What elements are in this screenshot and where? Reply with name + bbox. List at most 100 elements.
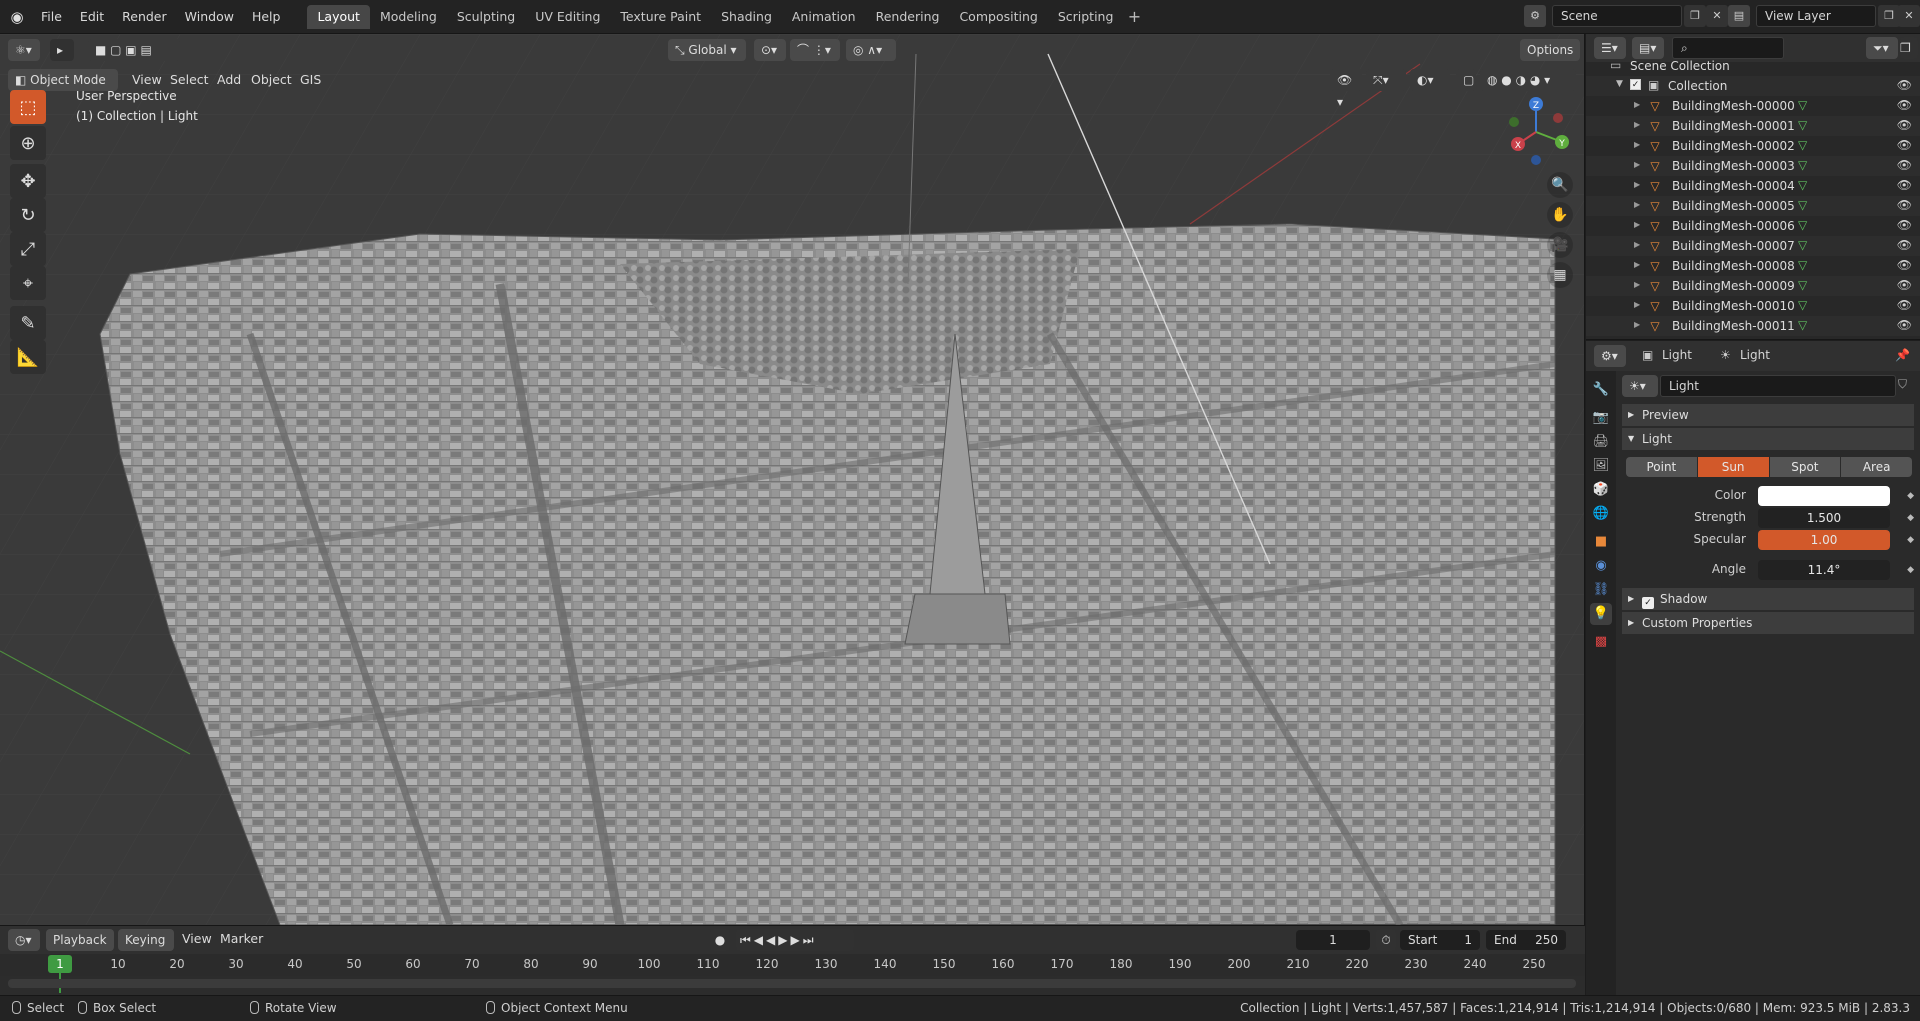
- outliner-item[interactable]: ▶ ▽ BuildingMesh-00005 ▽ 👁: [1586, 196, 1920, 216]
- outliner[interactable]: ☰▾ ▤▾ ⌕ ⏷▾ ❐ ▭ Scene Collection ▼ ✓ ▣ Co…: [1586, 34, 1920, 340]
- scene-collection-row[interactable]: ▭ Scene Collection: [1586, 56, 1920, 76]
- eye-icon[interactable]: 👁: [1897, 238, 1912, 252]
- eye-icon[interactable]: 👁: [1897, 278, 1912, 292]
- properties-editor[interactable]: ⚙▾ ▣ Light ☀ Light 📌 🔧 📷 🖨 🖼 🎲 🌐 ■ ◉ ⛓ 💡…: [1586, 341, 1920, 995]
- mesh-data-icon[interactable]: ▽: [1798, 158, 1807, 172]
- light-type-area[interactable]: Area: [1841, 457, 1912, 477]
- texture-tab-icon[interactable]: ▩: [1590, 631, 1612, 653]
- collapse-arrow-icon[interactable]: ▼: [1616, 79, 1623, 89]
- output-tab-icon[interactable]: 🖨: [1590, 431, 1612, 453]
- light-datablock-browse[interactable]: ☀▾: [1622, 375, 1658, 397]
- mesh-data-icon[interactable]: ▽: [1798, 318, 1807, 332]
- collection-checkbox[interactable]: ✓: [1630, 79, 1641, 90]
- timer-icon[interactable]: ⏱: [1376, 929, 1396, 951]
- cursor-tool-icon[interactable]: ⊕: [10, 126, 46, 160]
- gizmo-toggle-icon[interactable]: ⤧▾: [1366, 69, 1406, 91]
- outliner-item[interactable]: ▶ ▽ BuildingMesh-00006 ▽ 👁: [1586, 216, 1920, 236]
- light-type-sun[interactable]: Sun: [1697, 457, 1769, 477]
- shading-mode-icons[interactable]: ◍ ● ◑ ◕ ▾: [1480, 69, 1576, 91]
- pan-hand-icon[interactable]: ✋: [1547, 202, 1573, 228]
- select-mode-icons[interactable]: ■ ▢ ▣ ▤: [88, 39, 180, 61]
- expand-arrow-icon[interactable]: ▶: [1634, 300, 1640, 309]
- eye-icon[interactable]: 👁: [1897, 258, 1912, 272]
- end-frame-field[interactable]: End 250: [1486, 930, 1566, 950]
- tab-texture-paint[interactable]: Texture Paint: [610, 5, 711, 29]
- camera-view-icon[interactable]: 🎥: [1547, 232, 1573, 258]
- constraints-tab-icon[interactable]: ⛓: [1590, 579, 1612, 601]
- tab-rendering[interactable]: Rendering: [866, 5, 950, 29]
- tab-compositing[interactable]: Compositing: [949, 5, 1047, 29]
- menu-render[interactable]: Render: [113, 5, 176, 29]
- render-tab-icon[interactable]: 📷: [1590, 407, 1612, 429]
- mesh-data-icon[interactable]: ▽: [1798, 118, 1807, 132]
- outliner-item[interactable]: ▶ ▽ BuildingMesh-00003 ▽ 👁: [1586, 156, 1920, 176]
- outliner-item[interactable]: ▶ ▽ BuildingMesh-00011 ▽ 👁: [1586, 316, 1920, 336]
- eye-icon[interactable]: 👁: [1897, 298, 1912, 312]
- keyframe-dot-icon[interactable]: ◆: [1907, 513, 1914, 523]
- move-tool-icon[interactable]: ✥: [10, 164, 46, 198]
- current-frame-field[interactable]: 1: [1296, 930, 1370, 950]
- delete-scene-icon[interactable]: ✕: [1706, 5, 1728, 27]
- menu-file[interactable]: File: [32, 5, 71, 29]
- timeline-scrollbar[interactable]: [8, 979, 1576, 988]
- expand-arrow-icon[interactable]: ▶: [1634, 120, 1640, 129]
- expand-arrow-icon[interactable]: ▶: [1634, 280, 1640, 289]
- select-tool-icon[interactable]: ▸: [50, 39, 74, 61]
- properties-editor-icon[interactable]: ⚙▾: [1594, 345, 1626, 367]
- timeline[interactable]: ◷▾ Playback ▾ Keying ▾ View Marker ● ⏮◀◀…: [0, 925, 1585, 995]
- frame-cursor[interactable]: 1: [48, 955, 72, 973]
- tab-shading[interactable]: Shading: [711, 5, 782, 29]
- specular-slider[interactable]: 1.00: [1758, 530, 1890, 550]
- expand-arrow-icon[interactable]: ▶: [1634, 320, 1640, 329]
- outliner-item[interactable]: ▶ ▽ BuildingMesh-00002 ▽ 👁: [1586, 136, 1920, 156]
- outliner-item[interactable]: ▶ ▽ BuildingMesh-00009 ▽ 👁: [1586, 276, 1920, 296]
- select-box-tool-icon[interactable]: ⬚: [10, 90, 46, 124]
- tab-modeling[interactable]: Modeling: [370, 5, 447, 29]
- expand-arrow-icon[interactable]: ▶: [1634, 220, 1640, 229]
- mesh-data-icon[interactable]: ▽: [1798, 138, 1807, 152]
- color-swatch[interactable]: [1758, 486, 1890, 506]
- mesh-data-icon[interactable]: ▽: [1798, 238, 1807, 252]
- menu-window[interactable]: Window: [176, 5, 243, 29]
- menu-help[interactable]: Help: [243, 5, 290, 29]
- eye-icon[interactable]: 👁: [1897, 178, 1912, 192]
- timeline-editor-icon[interactable]: ◷▾: [8, 929, 40, 951]
- eye-icon[interactable]: 👁: [1897, 98, 1912, 112]
- timeline-menu-view[interactable]: View: [182, 931, 212, 946]
- tool-tab-icon[interactable]: 🔧: [1590, 379, 1612, 401]
- preview-panel-header[interactable]: ▶ Preview: [1622, 404, 1914, 426]
- light-type-point[interactable]: Point: [1626, 457, 1697, 477]
- annotate-tool-icon[interactable]: ✎: [10, 306, 46, 340]
- outliner-item[interactable]: ▶ ▽ BuildingMesh-00004 ▽ 👁: [1586, 176, 1920, 196]
- tab-scripting[interactable]: Scripting: [1048, 5, 1124, 29]
- expand-arrow-icon[interactable]: ▶: [1634, 200, 1640, 209]
- mesh-data-icon[interactable]: ▽: [1798, 298, 1807, 312]
- object-mode-dropdown[interactable]: ◧ Object Mode ▾: [8, 69, 118, 109]
- light-panel-header[interactable]: ▼ Light: [1622, 428, 1914, 450]
- pivot-icon[interactable]: ⊙▾: [754, 39, 786, 61]
- eye-icon[interactable]: 👁: [1897, 118, 1912, 132]
- scene-field[interactable]: Scene: [1552, 5, 1682, 27]
- eye-icon[interactable]: 👁: [1897, 138, 1912, 152]
- menu-add[interactable]: Add: [217, 72, 241, 87]
- outliner-item[interactable]: ▶ ▽ BuildingMesh-00001 ▽ 👁: [1586, 116, 1920, 136]
- transform-orientation-dropdown[interactable]: ⤡ Global ▾: [668, 39, 746, 61]
- new-view-layer-icon[interactable]: ❐: [1878, 5, 1900, 27]
- 3d-viewport[interactable]: ⚛▾ ▸ ■ ▢ ▣ ▤ ⤡ Global ▾ ⊙▾ ⌒ ⋮▾ ◎ ∧▾ Opt…: [0, 34, 1585, 925]
- outliner-item[interactable]: ▶ ▽ BuildingMesh-00007 ▽ 👁: [1586, 236, 1920, 256]
- light-type-spot[interactable]: Spot: [1769, 457, 1841, 477]
- view-layer-browse-icon[interactable]: ▤: [1728, 5, 1750, 27]
- tab-animation[interactable]: Animation: [782, 5, 866, 29]
- menu-gis[interactable]: GIS: [300, 72, 321, 87]
- zoom-icon[interactable]: 🔍: [1547, 172, 1573, 198]
- light-datablock-name[interactable]: Light: [1660, 375, 1896, 397]
- collection-row[interactable]: ▼ ✓ ▣ Collection 👁: [1586, 76, 1920, 96]
- expand-arrow-icon[interactable]: ▶: [1634, 240, 1640, 249]
- menu-view[interactable]: View: [132, 72, 162, 87]
- measure-tool-icon[interactable]: 📐: [10, 340, 46, 374]
- keyframe-dot-icon[interactable]: ◆: [1907, 565, 1914, 575]
- shadow-panel-header[interactable]: ▶ ✓ Shadow: [1622, 588, 1914, 610]
- light-data-tab-icon[interactable]: 💡: [1590, 603, 1612, 625]
- angle-field[interactable]: 11.4°: [1758, 560, 1890, 580]
- snap-icon[interactable]: ⌒ ⋮▾: [790, 39, 840, 61]
